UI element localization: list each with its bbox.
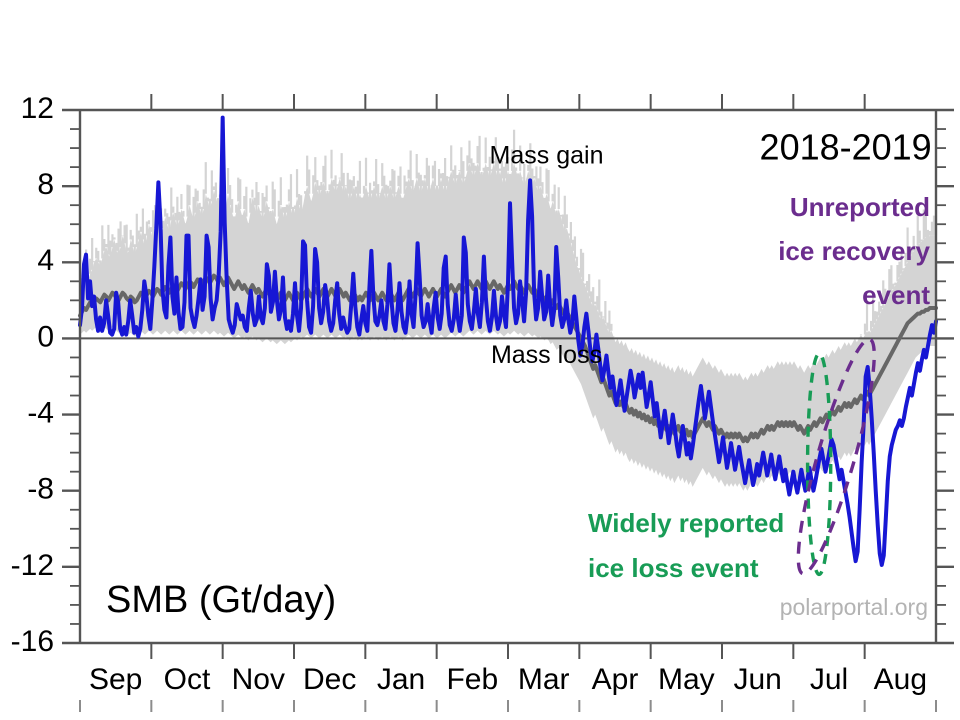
x-tick-label: Jun — [733, 663, 781, 696]
x-tick-label: Sep — [89, 663, 142, 696]
x-tick-label: Dec — [303, 663, 356, 696]
season-title: 2018-2019 — [760, 126, 932, 167]
x-tick-label: Nov — [232, 663, 285, 696]
y-tick-label: -16 — [11, 625, 54, 658]
green-annotation-line: Widely reported — [588, 508, 784, 538]
x-tick-label: Apr — [592, 663, 639, 696]
y-tick-label: -8 — [27, 473, 54, 506]
purple-annotation-line: ice recovery — [778, 236, 930, 266]
mass-loss-label: Mass loss — [491, 341, 602, 369]
smb-axis-label: SMB (Gt/day) — [106, 579, 336, 621]
green-annotation-line: ice loss event — [588, 553, 759, 583]
purple-annotation-line: Unreported — [790, 192, 930, 222]
y-tick-label: 0 — [37, 320, 54, 353]
x-tick-label: Aug — [874, 663, 927, 696]
y-tick-label: -12 — [11, 549, 54, 582]
y-tick-label: 4 — [37, 244, 54, 277]
smb-chart: 12 8 4 0 -4 -8 -12 -16 Sep Oct Nov Dec Jan Feb Mar Apr… — [0, 0, 960, 720]
chart-root: 12 8 4 0 -4 -8 -12 -16 Sep Oct Nov Dec Jan Feb Mar Apr… — [0, 0, 960, 720]
mass-gain-label: Mass gain — [490, 141, 604, 169]
x-tick-label: Jul — [810, 663, 848, 696]
x-tick-label: May — [658, 663, 715, 696]
y-tick-label: -4 — [27, 396, 54, 429]
watermark: polarportal.org — [780, 594, 928, 620]
y-tick-label: 8 — [37, 168, 54, 201]
x-tick-label: Mar — [518, 663, 570, 696]
x-tick-label: Oct — [164, 663, 211, 696]
x-tick-label: Feb — [446, 663, 498, 696]
purple-annotation-line: event — [862, 280, 930, 310]
x-tick-label: Jan — [377, 663, 425, 696]
y-tick-label: 12 — [21, 92, 54, 125]
